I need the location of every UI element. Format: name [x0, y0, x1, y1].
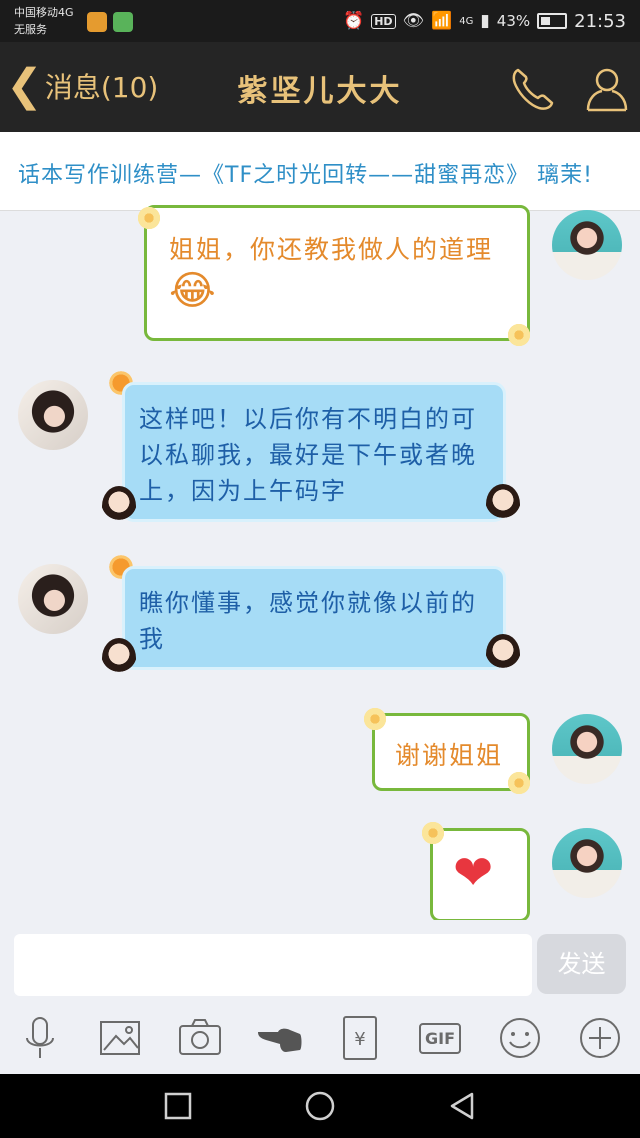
flower-decoration-icon [506, 770, 532, 796]
gif-icon[interactable]: GIF [416, 1014, 464, 1062]
status-bar: 中国移动4G 无服务 ⏰ HD 👁 📶 4G ▮ 43% 21:53 [0, 0, 640, 42]
message-bubble-self[interactable]: ❤ [430, 828, 530, 922]
flower-decoration-icon [136, 205, 162, 231]
phone-call-icon[interactable] [506, 62, 560, 116]
plus-icon[interactable] [576, 1014, 624, 1062]
laughing-emoji-icon: 😂 [169, 268, 218, 314]
self-avatar[interactable] [552, 714, 622, 784]
message-text: 姐姐，你还教我做人的道理 [169, 235, 494, 264]
title-bar: ❮ 消息(10) 紫坚儿大大 [0, 42, 640, 132]
emoji-icon[interactable] [496, 1014, 544, 1062]
status-icons: ⏰ HD 👁 📶 4G ▮ 43% 21:53 [343, 9, 626, 33]
battery-icon [537, 13, 568, 29]
gif-label: GIF [418, 1022, 461, 1054]
flower-decoration-icon [362, 706, 388, 732]
alarm-icon: ⏰ [343, 11, 365, 31]
message-text: 瞧你懂事，感觉你就像以前的我 [139, 589, 477, 653]
clock: 21:53 [574, 10, 626, 32]
announcement-banner[interactable]: 话本写作训练营—《TF之时光回转——甜蜜再恋》 璃茉! [0, 132, 640, 211]
message-text: 这样吧！以后你有不明白的可以私聊我，最好是下午或者晚上，因为上午码字 [139, 405, 477, 505]
poke-icon[interactable] [256, 1014, 304, 1062]
back-label: 消息(10) [44, 71, 159, 104]
carrier-info: 中国移动4G 无服务 [14, 4, 94, 38]
peer-avatar[interactable] [18, 380, 88, 450]
wifi-icon: 📶 [431, 11, 453, 31]
self-avatar[interactable] [552, 828, 622, 898]
system-nav-bar [0, 1074, 640, 1138]
recent-apps-icon[interactable] [160, 1088, 196, 1124]
camera-icon[interactable] [176, 1014, 224, 1062]
signal-icon: ▮ [480, 11, 490, 31]
carrier-status: 无服务 [14, 23, 47, 36]
network-type: 4G [459, 15, 474, 27]
send-button[interactable]: 发送 [537, 934, 626, 994]
mail-notification-icon [87, 12, 107, 32]
chat-title: 紫坚儿大大 [237, 74, 403, 109]
self-avatar[interactable] [552, 210, 622, 280]
microphone-icon[interactable] [16, 1014, 64, 1062]
flower-decoration-icon [420, 820, 446, 846]
image-icon[interactable] [96, 1014, 144, 1062]
back-button[interactable]: ❮ 消息(10) [6, 60, 158, 112]
peer-avatar[interactable] [18, 564, 88, 634]
red-packet-icon[interactable]: ¥ [336, 1014, 384, 1062]
character-sticker-icon [486, 484, 520, 524]
banner-text: 话本写作训练营—《TF之时光回转——甜蜜再恋》 璃茉! [18, 163, 593, 188]
play-notification-icon [113, 12, 133, 32]
battery-percent: 43% [496, 12, 531, 30]
heart-emoji-icon: ❤ [453, 845, 496, 901]
message-text: 谢谢姐姐 [395, 741, 504, 770]
profile-icon[interactable] [580, 62, 634, 116]
message-bubble-peer[interactable]: 这样吧！以后你有不明白的可以私聊我，最好是下午或者晚上，因为上午码字 [122, 382, 506, 522]
message-input[interactable] [14, 934, 532, 996]
red-packet-yen: ¥ [343, 1016, 377, 1060]
eye-icon: 👁 [402, 11, 425, 31]
message-bubble-self[interactable]: 姐姐，你还教我做人的道理 😂 [144, 205, 530, 341]
back-chevron-icon: ❮ [6, 60, 43, 111]
angel-sticker-icon [102, 638, 136, 678]
carrier-name: 中国移动4G [14, 6, 74, 19]
flower-decoration-icon [506, 322, 532, 348]
home-icon[interactable] [302, 1088, 338, 1124]
character-sticker-icon [486, 634, 520, 674]
hd-icon: HD [371, 13, 396, 29]
message-bubble-peer[interactable]: 瞧你懂事，感觉你就像以前的我 [122, 566, 506, 670]
back-nav-icon[interactable] [444, 1088, 480, 1124]
angel-sticker-icon [102, 486, 136, 526]
